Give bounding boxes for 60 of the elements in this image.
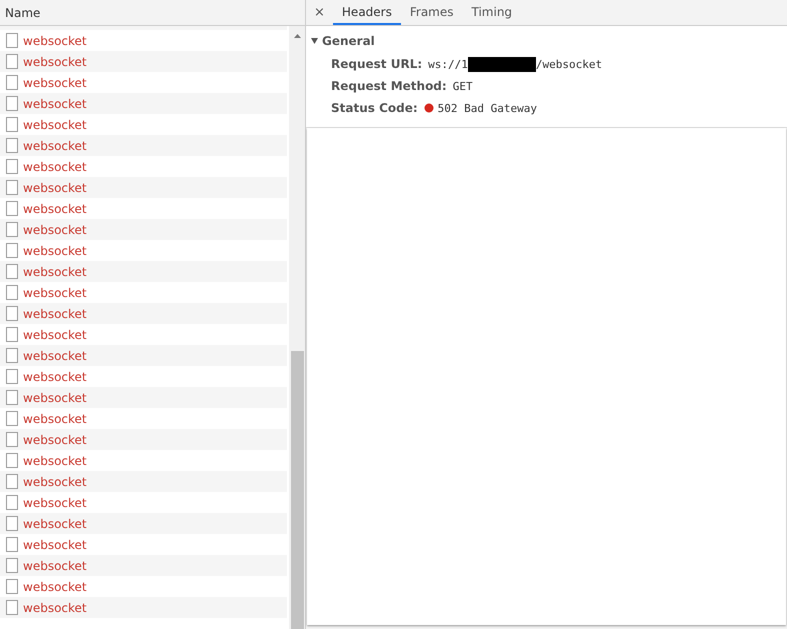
document-icon [6,432,18,447]
document-icon [6,96,18,111]
tab[interactable]: Timing [462,0,522,25]
request-row[interactable]: websocket [0,597,287,618]
document-icon [6,537,18,552]
document-icon [6,411,18,426]
request-row[interactable]: websocket [0,261,287,282]
request-row[interactable]: websocket [0,513,287,534]
document-icon [6,222,18,237]
document-icon [6,285,18,300]
status-dot-icon [424,103,434,113]
document-icon [6,369,18,384]
document-icon [6,159,18,174]
document-icon [6,327,18,342]
field-value: 502 Bad Gateway [438,102,537,114]
scroll-up-icon[interactable] [294,34,300,38]
document-icon [6,453,18,468]
scrollbar[interactable] [289,26,305,629]
document-icon [6,390,18,405]
document-icon [6,138,18,153]
field-value: /websocket [536,58,602,70]
column-header[interactable]: Name [5,6,40,20]
request-row[interactable]: websocket [0,93,287,114]
field-label: Status Code: [331,101,418,115]
document-icon [6,180,18,195]
triangle-icon [311,38,318,44]
request-row[interactable]: websocket [0,429,287,450]
document-icon [6,495,18,510]
document-icon [6,201,18,216]
redaction-block [468,56,536,72]
close-button[interactable]: × [312,0,333,25]
request-row[interactable]: websocket [0,177,287,198]
field-value: ws://1 [428,58,468,70]
field-label: Request URL: [331,57,422,71]
document-icon [6,348,18,363]
document-icon [6,33,18,48]
request-row[interactable]: websocket [0,555,287,576]
document-icon [6,75,18,90]
document-icon [6,264,18,279]
document-icon [6,600,18,615]
document-icon [6,516,18,531]
section-header[interactable]: General [311,34,787,48]
tab[interactable]: Frames [400,0,462,25]
request-row[interactable]: websocket [0,219,287,240]
document-icon [6,558,18,573]
request-row[interactable]: websocket [0,387,287,408]
scrollbar-thumb[interactable] [290,351,304,629]
request-row[interactable]: websocket [0,471,287,492]
document-icon [6,579,18,594]
request-row[interactable]: websocket [0,135,287,156]
field-value: GET [452,80,473,92]
document-icon [6,243,18,258]
request-row[interactable]: websocket [0,345,287,366]
field-label: Request Method: [331,79,447,93]
document-icon [6,54,18,69]
document-icon [6,306,18,321]
request-row[interactable]: websocket [0,51,287,72]
document-icon [6,117,18,132]
request-row[interactable]: websocket [0,303,287,324]
document-icon [6,474,18,489]
